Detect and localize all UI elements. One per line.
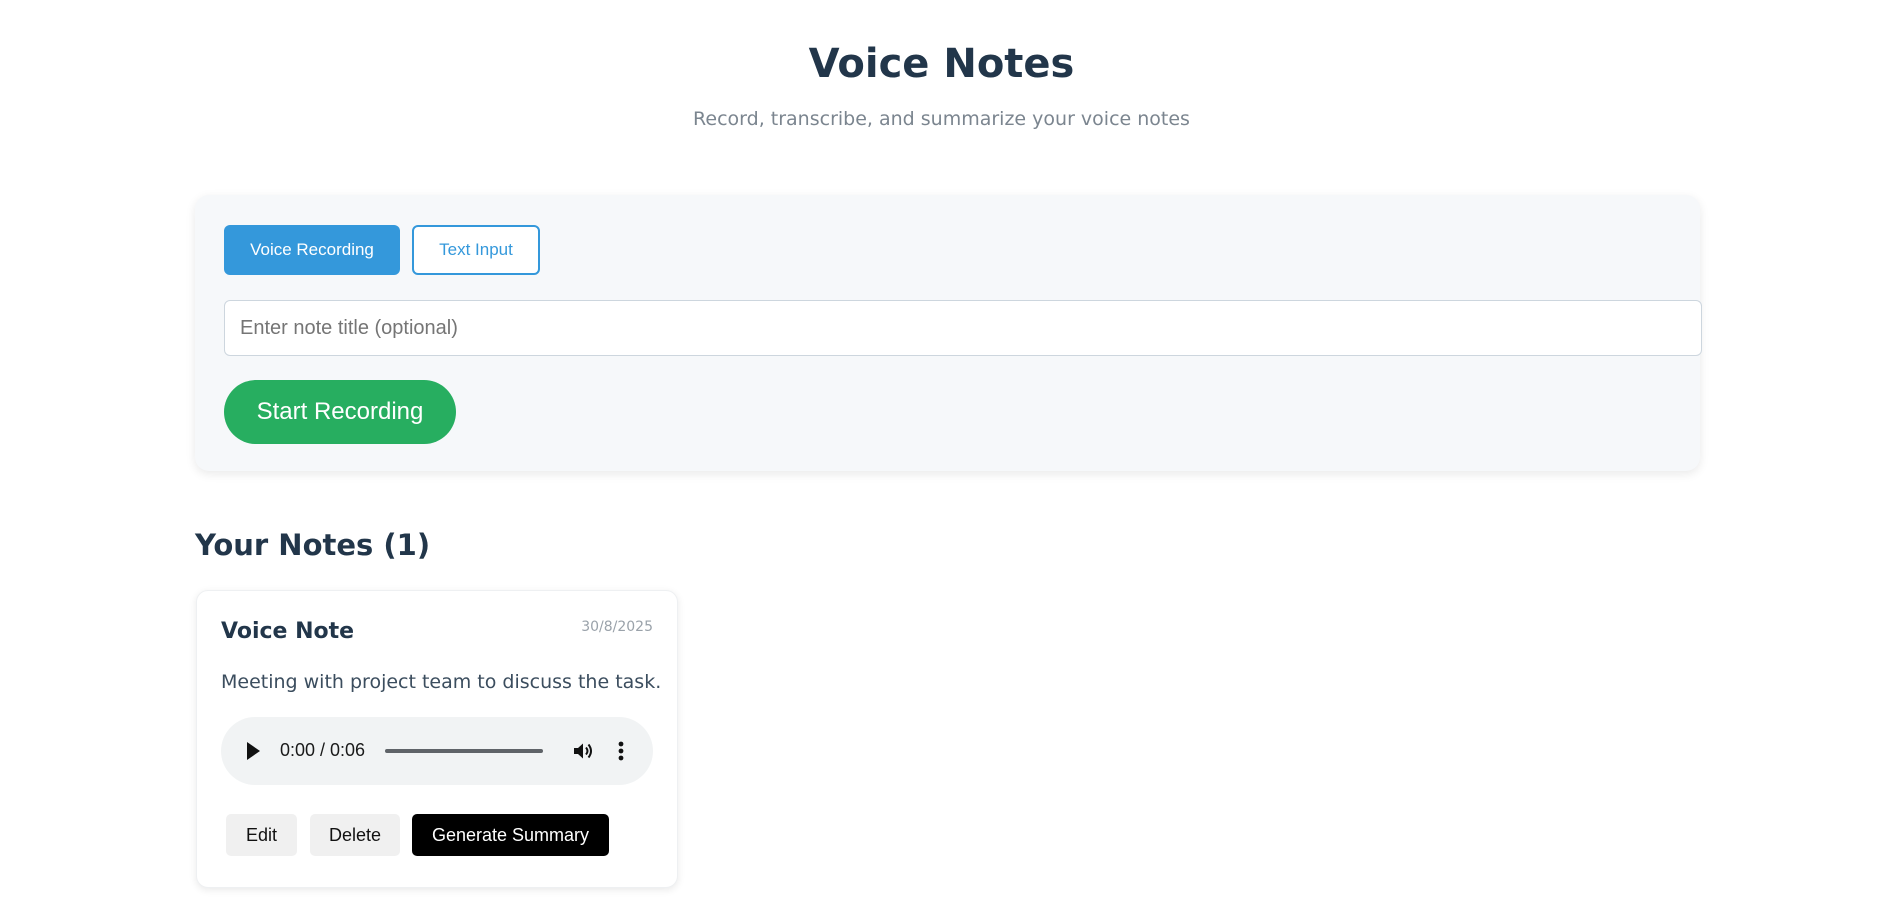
page-title: Voice Notes [808, 41, 1075, 87]
voice-recording-tab[interactable]: Voice Recording [224, 225, 400, 275]
note-transcript: Meeting with project team to discuss the… [221, 671, 662, 693]
delete-note-button[interactable]: Delete [310, 814, 400, 856]
note-composer-panel: Voice Recording Text Input Start Recordi… [195, 195, 1702, 471]
notes-section-heading: Your Notes (1) [195, 528, 431, 562]
note-date: 30/8/2025 [581, 619, 653, 635]
text-input-tab[interactable]: Text Input [412, 225, 540, 275]
page-header: Voice Notes Record, transcribe, and summ… [0, 40, 1883, 130]
more-vertical-icon[interactable] [611, 737, 631, 765]
generate-summary-button[interactable]: Generate Summary [412, 814, 609, 856]
page-subtitle: Record, transcribe, and summarize your v… [693, 108, 1190, 130]
note-card: Voice Note 30/8/2025 Meeting with projec… [196, 590, 678, 888]
audio-seek-bar[interactable] [385, 749, 543, 753]
audio-time-display: 0:00 / 0:06 [280, 740, 366, 760]
audio-player: 0:00 / 0:06 [221, 717, 653, 785]
note-title: Voice Note [221, 619, 355, 644]
app-root: Voice Notes Record, transcribe, and summ… [0, 0, 1883, 918]
play-icon[interactable] [247, 742, 260, 760]
edit-note-button[interactable]: Edit [226, 814, 297, 856]
start-recording-button[interactable]: Start Recording [224, 380, 456, 444]
note-title-input[interactable] [224, 300, 1702, 356]
volume-icon[interactable] [571, 739, 595, 763]
